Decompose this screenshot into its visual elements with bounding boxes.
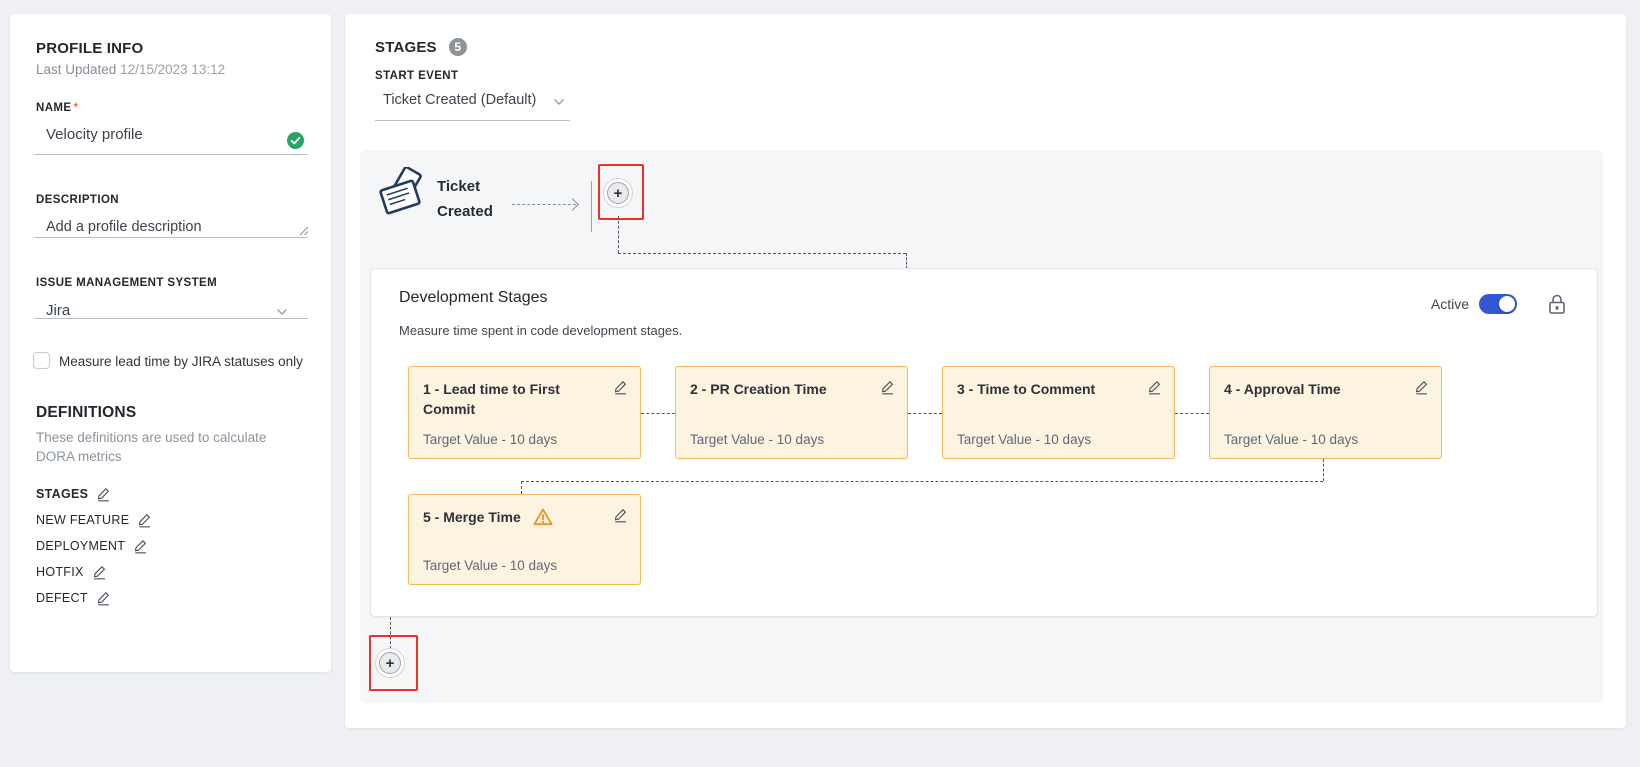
edit-icon[interactable]	[613, 507, 628, 523]
flow-arrow	[512, 204, 576, 205]
ims-select[interactable]: Jira	[46, 302, 70, 319]
definition-hotfix[interactable]: HOTFIX	[36, 564, 107, 580]
ims-label: ISSUE MANAGEMENT SYSTEM	[36, 277, 217, 289]
tickets-icon	[377, 167, 429, 223]
edit-icon[interactable]	[880, 379, 895, 395]
connector	[521, 481, 522, 494]
chevron-down-icon[interactable]	[553, 98, 565, 106]
stage-card-2[interactable]: 2 - PR Creation Time Target Value - 10 d…	[675, 366, 908, 459]
definitions-description: These definitions are used to calculate …	[36, 428, 288, 466]
definition-deployment[interactable]: DEPLOYMENT	[36, 538, 148, 554]
stages-flow-canvas: Ticket Created + Development Stages Meas…	[360, 150, 1603, 703]
profile-info-title: PROFILE INFO	[36, 40, 143, 57]
start-event-underline	[375, 120, 570, 121]
last-updated-value: 12/15/2023 13:12	[120, 62, 225, 77]
edit-icon[interactable]	[133, 538, 148, 554]
connector	[521, 481, 1323, 482]
profile-info-panel: PROFILE INFO Last Updated 12/15/2023 13:…	[10, 14, 331, 672]
group-subtitle: Measure time spent in code development s…	[399, 323, 682, 338]
start-event-label: START EVENT	[375, 70, 458, 82]
edit-icon[interactable]	[137, 512, 152, 528]
stage-card-4[interactable]: 4 - Approval Time Target Value - 10 days	[1209, 366, 1442, 459]
name-valid-check-icon	[287, 132, 304, 149]
add-stage-button-top[interactable]: +	[603, 178, 633, 208]
name-underline	[34, 154, 308, 155]
jira-statuses-checkbox[interactable]	[33, 352, 50, 369]
resize-handle-icon[interactable]	[298, 225, 309, 236]
development-stages-group: Development Stages Measure time spent in…	[370, 268, 1598, 617]
warning-icon	[533, 508, 553, 526]
definitions-title: DEFINITIONS	[36, 404, 136, 422]
jira-statuses-checkbox-label[interactable]: Measure lead time by JIRA statuses only	[59, 354, 303, 369]
edit-icon[interactable]	[613, 379, 628, 395]
lock-icon[interactable]	[1547, 293, 1567, 315]
connector	[906, 253, 907, 269]
edit-icon[interactable]	[96, 486, 111, 502]
edit-icon[interactable]	[1414, 379, 1429, 395]
plus-icon: +	[379, 652, 401, 674]
description-input[interactable]: Add a profile description	[46, 219, 202, 235]
definition-new-feature[interactable]: NEW FEATURE	[36, 512, 152, 528]
edit-icon[interactable]	[96, 590, 111, 606]
connector	[1323, 459, 1324, 481]
description-label: DESCRIPTION	[36, 194, 119, 206]
required-mark: *	[73, 102, 78, 114]
edit-icon[interactable]	[92, 564, 107, 580]
stage-card-1[interactable]: 1 - Lead time to First Commit Target Val…	[408, 366, 641, 459]
stages-title: STAGES	[375, 39, 437, 56]
ims-underline	[34, 318, 308, 319]
add-stage-button-bottom[interactable]: +	[375, 648, 405, 678]
active-label: Active	[1431, 296, 1469, 312]
stage-card-5[interactable]: 5 - Merge Time Target Value - 10 days	[408, 494, 641, 585]
edit-icon[interactable]	[1147, 379, 1162, 395]
toggle-knob	[1499, 296, 1515, 312]
connector	[641, 413, 675, 414]
flow-separator-line	[591, 181, 592, 232]
connector	[618, 216, 619, 253]
connector	[618, 253, 906, 254]
definition-stages[interactable]: STAGES	[36, 486, 111, 502]
plus-icon: +	[607, 182, 629, 204]
chevron-down-icon[interactable]	[276, 308, 288, 316]
name-input[interactable]: Velocity profile	[46, 126, 143, 143]
active-toggle[interactable]	[1479, 294, 1517, 314]
definition-defect[interactable]: DEFECT	[36, 590, 111, 606]
description-underline	[34, 237, 308, 238]
start-event-select[interactable]: Ticket Created (Default)	[383, 92, 536, 108]
connector	[1175, 413, 1209, 414]
stages-panel: STAGES 5 START EVENT Ticket Created (Def…	[345, 14, 1626, 728]
stages-count-badge: 5	[449, 38, 467, 56]
last-updated: Last Updated 12/15/2023 13:12	[36, 62, 225, 77]
start-node-label: Ticket Created	[437, 174, 521, 224]
group-title: Development Stages	[399, 289, 548, 307]
name-label: NAME*	[36, 102, 78, 114]
stage-card-3[interactable]: 3 - Time to Comment Target Value - 10 da…	[942, 366, 1175, 459]
connector	[908, 413, 942, 414]
